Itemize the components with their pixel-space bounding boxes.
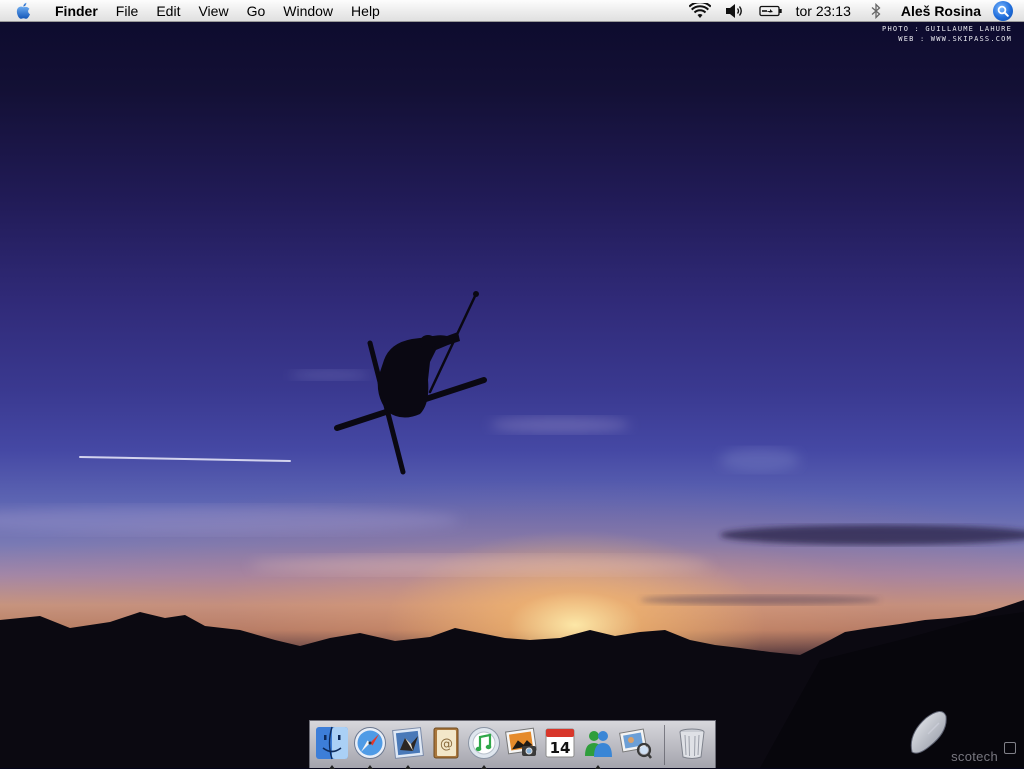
skier-silhouette: [334, 291, 487, 475]
volume-icon[interactable]: [718, 0, 752, 22]
apple-icon[interactable]: [0, 0, 46, 22]
messenger-icon[interactable]: [580, 725, 616, 761]
preview-icon[interactable]: [618, 725, 654, 761]
menu-view[interactable]: View: [189, 0, 237, 22]
menu-window[interactable]: Window: [274, 0, 342, 22]
menu-help[interactable]: Help: [342, 0, 389, 22]
iphoto-icon[interactable]: [504, 725, 540, 761]
photo-credit: PHOTO : GUILLAUME LAHURE WEB : WWW.SKIPA…: [882, 24, 1012, 44]
spotlight-icon[interactable]: [993, 0, 1013, 21]
menu-go[interactable]: Go: [238, 0, 275, 22]
bluetooth-icon[interactable]: [863, 0, 889, 22]
satellite-dish-icon: [910, 711, 947, 754]
safari-running-indicator: [367, 765, 373, 769]
finder-icon[interactable]: [314, 725, 350, 761]
dock-separator: [664, 725, 665, 765]
watermark-text: scotech: [951, 749, 998, 764]
menu-edit[interactable]: Edit: [147, 0, 189, 22]
menu-file[interactable]: File: [107, 0, 148, 22]
menu-bar: Finder File Edit View Go Window Help tor…: [0, 0, 1024, 22]
ical-date: 14: [550, 739, 571, 757]
battery-icon[interactable]: [752, 0, 790, 22]
menu-extras: tor 23:13 Aleš Rosina: [682, 0, 1024, 22]
menu-left: Finder File Edit View Go Window Help: [0, 0, 389, 22]
svg-text:@: @: [440, 737, 453, 752]
mail-icon[interactable]: [390, 725, 426, 761]
watermark-logo: [1004, 742, 1016, 754]
menu-finder[interactable]: Finder: [46, 0, 107, 22]
safari-icon[interactable]: [352, 725, 388, 761]
messenger-running-indicator: [595, 765, 601, 769]
itunes-running-indicator: [481, 765, 487, 769]
photo-credit-line: PHOTO : GUILLAUME LAHURE: [882, 25, 1012, 33]
finder-running-indicator: [329, 765, 335, 769]
mail-running-indicator: [405, 765, 411, 769]
fast-user-switch-menu[interactable]: Aleš Rosina: [889, 3, 989, 19]
web-credit-line: WEB : WWW.SKIPASS.COM: [898, 35, 1012, 43]
desktop[interactable]: PHOTO : GUILLAUME LAHURE WEB : WWW.SKIPA…: [0, 0, 1024, 768]
dock: @ 14: [309, 720, 716, 769]
wifi-icon[interactable]: [682, 0, 718, 22]
itunes-icon[interactable]: [466, 725, 502, 761]
ical-icon[interactable]: 14: [542, 725, 578, 761]
address-book-icon[interactable]: @: [428, 725, 464, 761]
menu-clock[interactable]: tor 23:13: [790, 3, 863, 19]
trash-icon[interactable]: [674, 725, 710, 761]
